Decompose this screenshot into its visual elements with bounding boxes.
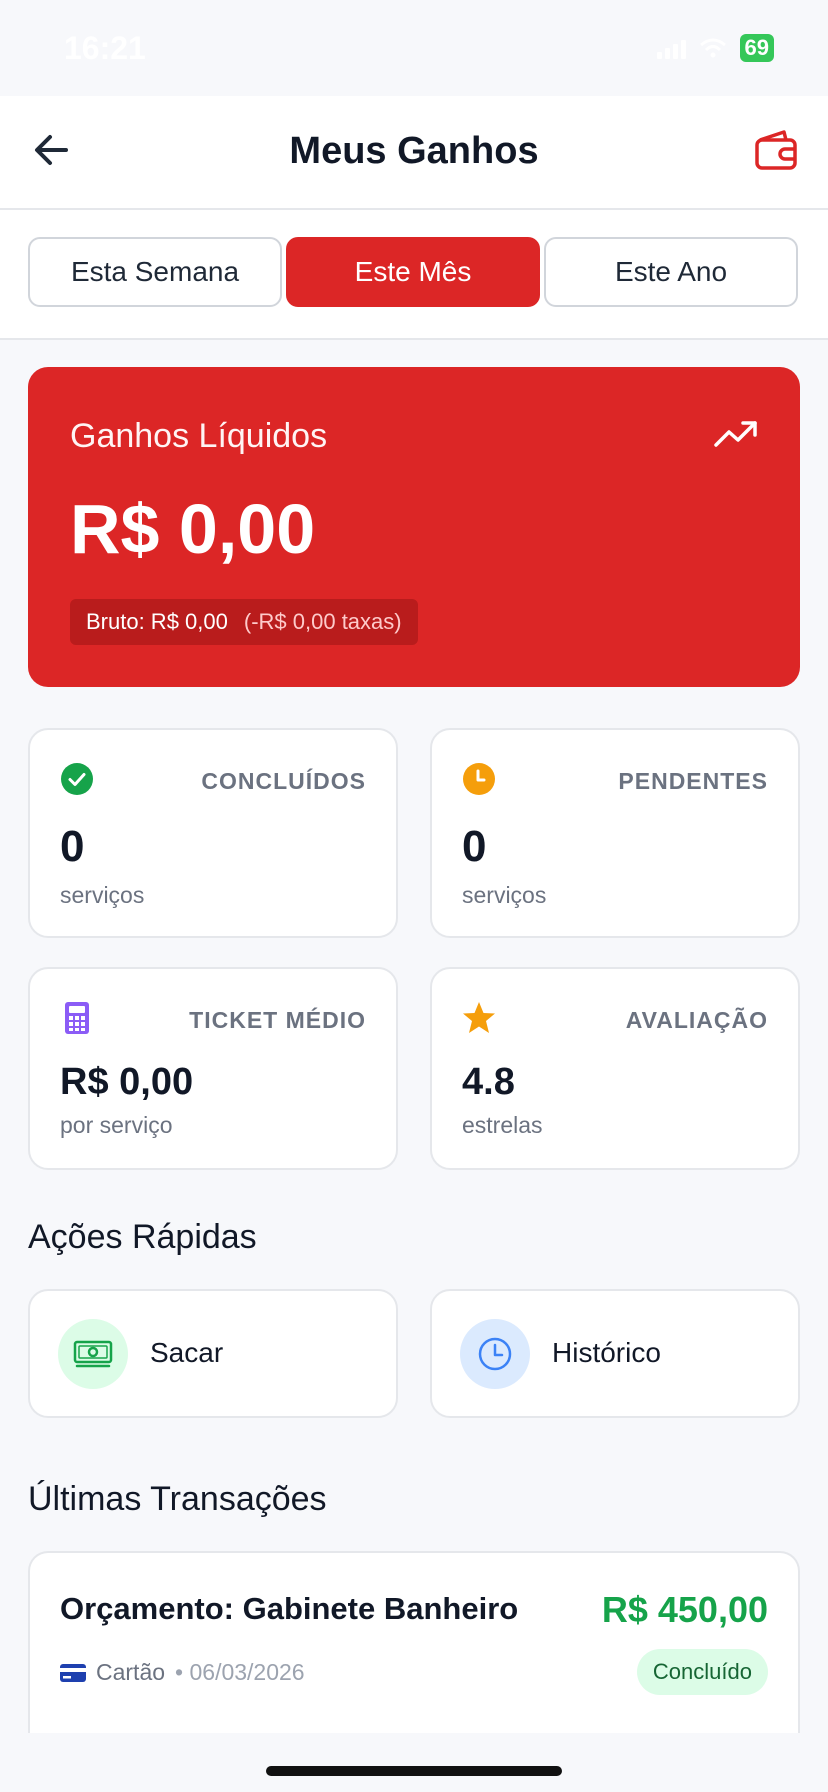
star-icon xyxy=(463,1002,495,1033)
clock-icon xyxy=(460,1319,530,1389)
credit-card-icon xyxy=(60,1663,86,1682)
home-indicator xyxy=(266,1766,562,1776)
stat-label: AVALIAÇÃO xyxy=(625,1007,768,1033)
transaction-method: Cartão xyxy=(96,1659,166,1685)
net-earnings-amount: R$ 0,00 xyxy=(70,490,316,568)
tab-this-week[interactable]: Esta Semana xyxy=(28,237,282,307)
trending-up-icon xyxy=(714,421,757,447)
tab-this-year[interactable]: Este Ano xyxy=(544,237,798,307)
check-circle-icon xyxy=(61,763,93,795)
battery-icon: 69 xyxy=(739,34,774,62)
stat-sub: serviços xyxy=(462,882,547,908)
earnings-label: Ganhos Líquidos xyxy=(70,417,328,455)
stat-label: TICKET MÉDIO xyxy=(189,1007,366,1033)
app-header: Meus Ganhos xyxy=(0,96,828,210)
stat-value: 0 xyxy=(462,822,487,871)
clock-icon xyxy=(463,763,495,795)
status-bar: 16:21 69 xyxy=(0,0,828,96)
stat-card-completed: CONCLUÍDOS 0 serviços xyxy=(28,728,398,938)
wifi-icon xyxy=(699,38,726,58)
wallet-button[interactable] xyxy=(752,126,800,174)
stat-card-pending: PENDENTES 0 serviços xyxy=(430,728,800,938)
stat-value: 0 xyxy=(60,822,85,871)
cash-icon xyxy=(58,1319,128,1389)
withdraw-button[interactable]: Sacar xyxy=(28,1289,398,1418)
calculator-icon xyxy=(65,1002,89,1034)
stat-label: CONCLUÍDOS xyxy=(201,768,366,794)
stat-label: PENDENTES xyxy=(618,768,768,794)
status-badge: Concluído xyxy=(636,1649,768,1695)
transaction-meta: Cartão • 06/03/2026 xyxy=(60,1659,305,1686)
wallet-icon xyxy=(755,130,797,170)
tab-this-month[interactable]: Este Mês xyxy=(286,237,540,307)
stat-value: R$ 0,00 xyxy=(60,1061,194,1103)
fees-amount: (-R$ 0,00 taxas) xyxy=(243,609,402,634)
gross-amount: Bruto: R$ 0,00 xyxy=(86,609,228,634)
stat-sub: serviços xyxy=(60,882,145,908)
transactions-title: Últimas Transações xyxy=(28,1480,327,1518)
status-indicators: 69 xyxy=(656,34,774,62)
transaction-amount: R$ 450,00 xyxy=(601,1589,768,1630)
history-button[interactable]: Histórico xyxy=(430,1289,800,1418)
status-time: 16:21 xyxy=(64,30,146,66)
transaction-title: Orçamento: Gabinete Banheiro xyxy=(60,1591,519,1626)
page-title: Meus Ganhos xyxy=(289,130,539,172)
stat-sub: por serviço xyxy=(60,1112,173,1138)
stat-card-rating: AVALIAÇÃO 4.8 estrelas xyxy=(430,967,800,1170)
withdraw-label: Sacar xyxy=(150,1337,224,1368)
gross-earnings-pill: Bruto: R$ 0,00 (-R$ 0,00 taxas) xyxy=(70,599,418,645)
net-earnings-card: Ganhos Líquidos R$ 0,00 Bruto: R$ 0,00 (… xyxy=(28,367,800,687)
history-label: Histórico xyxy=(552,1337,661,1368)
stat-card-average-ticket: TICKET MÉDIO R$ 0,00 por serviço xyxy=(28,967,398,1170)
quick-actions-title: Ações Rápidas xyxy=(28,1218,257,1256)
transaction-date: • 06/03/2026 xyxy=(175,1659,305,1685)
transaction-item[interactable]: Orçamento: Gabinete Banheiro R$ 450,00 C… xyxy=(28,1551,800,1733)
period-selector: Esta Semana Este Mês Este Ano xyxy=(0,210,828,340)
stat-sub: estrelas xyxy=(462,1112,543,1138)
signal-icon xyxy=(656,37,686,59)
stat-value: 4.8 xyxy=(462,1061,515,1103)
